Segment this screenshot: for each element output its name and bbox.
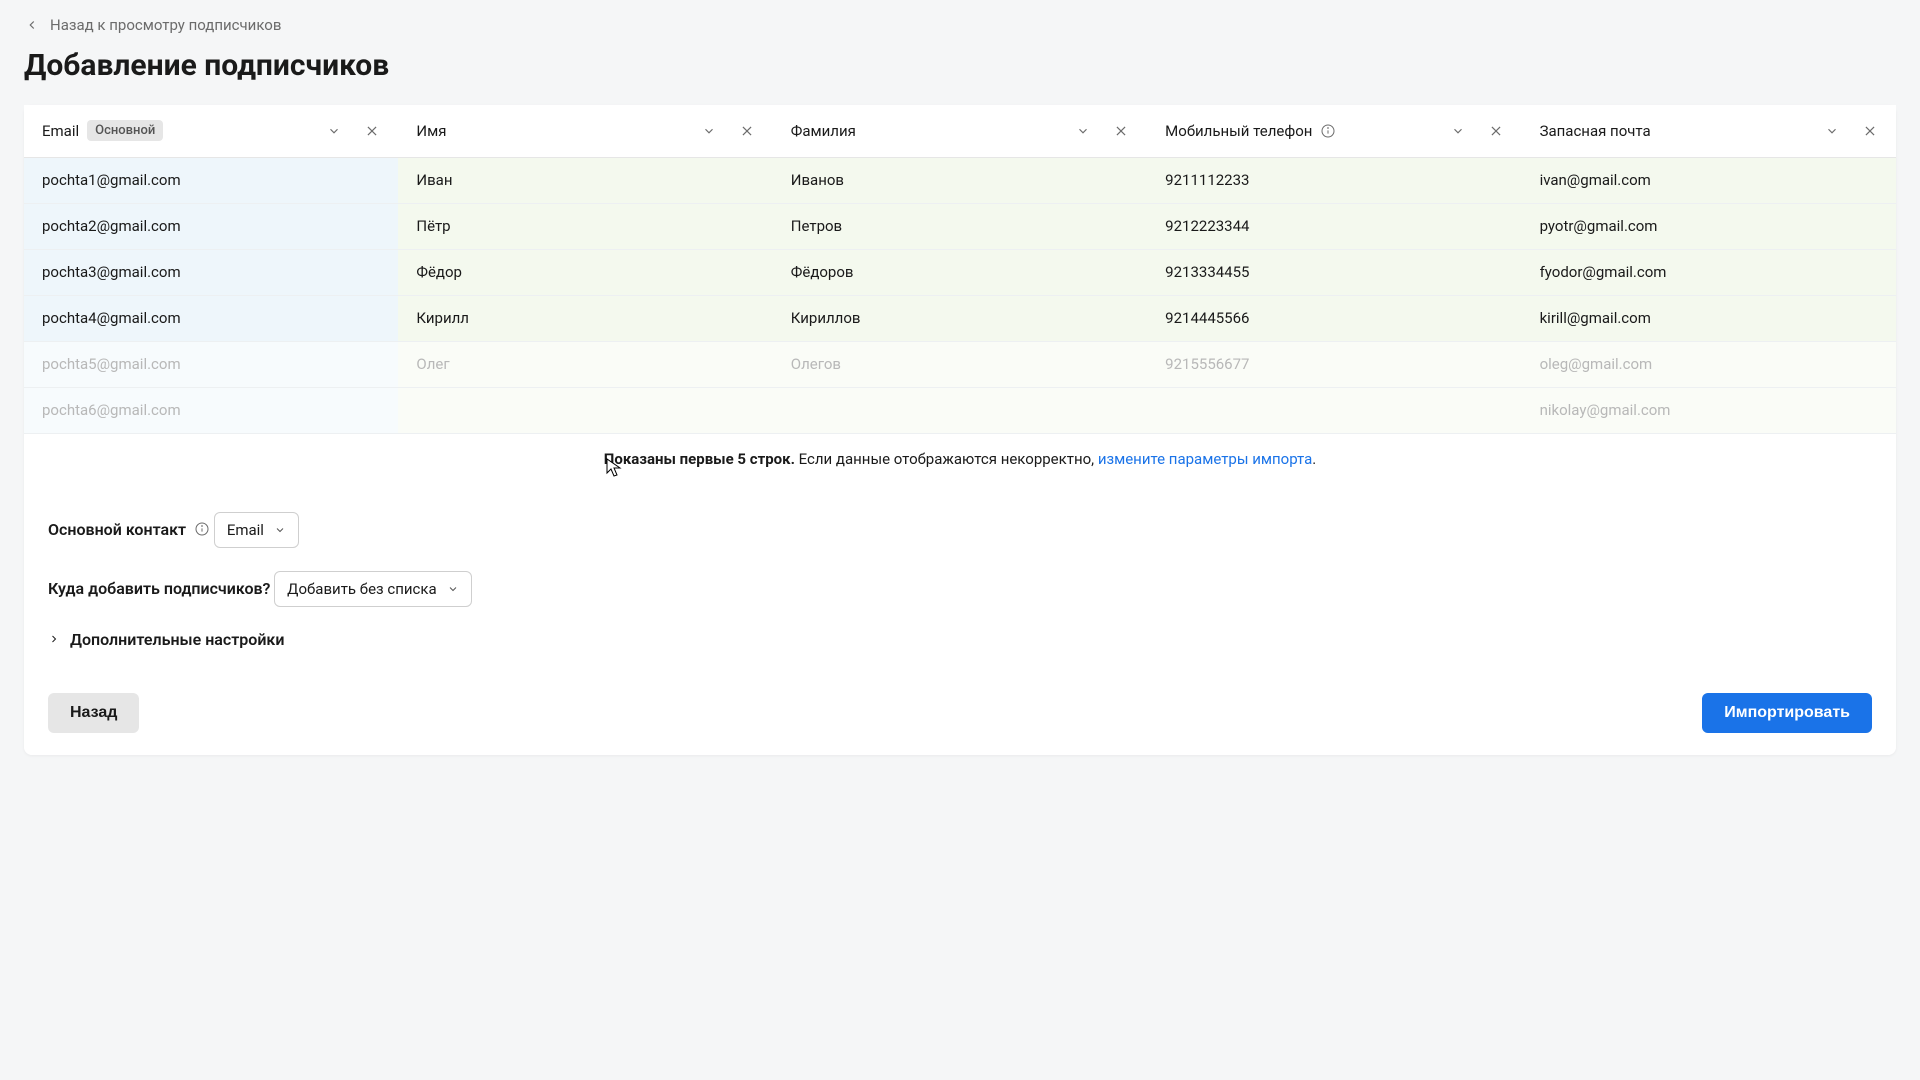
chevron-down-icon xyxy=(1075,123,1091,139)
cell-alt-email: nikolay@gmail.com xyxy=(1522,387,1896,433)
main-contact-label: Основной контакт xyxy=(48,520,210,539)
info-text: Если данные отображаются некорректно, xyxy=(795,450,1098,468)
cell-alt-email: fyodor@gmail.com xyxy=(1522,249,1896,295)
data-table: Email Основной Имя xyxy=(24,105,1896,434)
table-row: pochta1@gmail.comИванИванов9211112233iva… xyxy=(24,157,1896,203)
info-bold: Показаны первые 5 строк. xyxy=(604,450,795,468)
cell-name: Фёдор xyxy=(398,249,772,295)
table-row: pochta6@gmail.com nikolay@gmail.com xyxy=(24,387,1896,433)
back-button[interactable]: Назад xyxy=(48,693,139,733)
add-to-label: Куда добавить подписчиков? xyxy=(48,579,270,598)
column-dropdown-email[interactable]: Email Основной xyxy=(42,120,380,141)
back-link[interactable]: Назад к просмотру подписчиков xyxy=(24,16,281,34)
cell-alt-email: kirill@gmail.com xyxy=(1522,295,1896,341)
table-row: pochta3@gmail.comФёдорФёдоров9213334455f… xyxy=(24,249,1896,295)
advanced-settings-toggle[interactable]: Дополнительные настройки xyxy=(48,630,284,649)
chevron-down-icon xyxy=(701,123,717,139)
chevron-down-icon xyxy=(447,583,459,595)
column-dropdown-surname[interactable]: Фамилия xyxy=(791,122,1129,140)
cell-surname xyxy=(773,387,1147,433)
cell-email: pochta5@gmail.com xyxy=(24,341,398,387)
select-value: Email xyxy=(227,521,264,539)
chevron-right-icon xyxy=(48,633,60,645)
column-label: Мобильный телефон xyxy=(1165,122,1312,140)
table-row: pochta4@gmail.comКириллКириллов921444556… xyxy=(24,295,1896,341)
column-label: Email xyxy=(42,122,79,140)
main-contact-select[interactable]: Email xyxy=(214,512,299,548)
select-value: Добавить без списка xyxy=(287,580,436,598)
info-strip: Показаны первые 5 строк. Если данные ото… xyxy=(24,434,1896,490)
page-title: Добавление подписчиков xyxy=(24,48,1896,83)
info-icon[interactable] xyxy=(1320,123,1336,139)
cell-name: Олег xyxy=(398,341,772,387)
column-remove-button[interactable] xyxy=(364,123,380,139)
table-row: pochta2@gmail.comПётрПетров9212223344pyo… xyxy=(24,203,1896,249)
column-dropdown-name[interactable]: Имя xyxy=(416,122,754,140)
cell-surname: Олегов xyxy=(773,341,1147,387)
column-remove-button[interactable] xyxy=(739,123,755,139)
column-remove-button[interactable] xyxy=(1113,123,1129,139)
add-to-select[interactable]: Добавить без списка xyxy=(274,571,471,607)
cell-email: pochta4@gmail.com xyxy=(24,295,398,341)
cell-phone: 9215556677 xyxy=(1147,341,1521,387)
cell-email: pochta1@gmail.com xyxy=(24,157,398,203)
cell-name xyxy=(398,387,772,433)
chevron-down-icon xyxy=(326,123,342,139)
chevron-down-icon xyxy=(1450,123,1466,139)
import-button[interactable]: Импортировать xyxy=(1702,693,1872,733)
cell-surname: Петров xyxy=(773,203,1147,249)
info-after: . xyxy=(1312,450,1316,468)
cell-surname: Фёдоров xyxy=(773,249,1147,295)
column-dropdown-altemail[interactable]: Запасная почта xyxy=(1540,122,1878,140)
cell-email: pochta6@gmail.com xyxy=(24,387,398,433)
chevron-down-icon xyxy=(274,524,286,536)
cell-surname: Иванов xyxy=(773,157,1147,203)
cell-alt-email: oleg@gmail.com xyxy=(1522,341,1896,387)
back-link-label: Назад к просмотру подписчиков xyxy=(50,16,281,34)
cell-surname: Кириллов xyxy=(773,295,1147,341)
column-remove-button[interactable] xyxy=(1862,123,1878,139)
primary-badge: Основной xyxy=(87,120,163,141)
change-import-params-link[interactable]: измените параметры импорта xyxy=(1098,450,1312,468)
info-icon[interactable] xyxy=(194,521,210,537)
cell-alt-email: pyotr@gmail.com xyxy=(1522,203,1896,249)
cell-name: Пётр xyxy=(398,203,772,249)
arrow-left-icon xyxy=(24,17,40,33)
column-label: Имя xyxy=(416,122,446,140)
column-label: Фамилия xyxy=(791,122,856,140)
cell-email: pochta2@gmail.com xyxy=(24,203,398,249)
advanced-label: Дополнительные настройки xyxy=(70,630,284,649)
cell-alt-email: ivan@gmail.com xyxy=(1522,157,1896,203)
cell-phone: 9211112233 xyxy=(1147,157,1521,203)
cell-name: Иван xyxy=(398,157,772,203)
cell-phone: 9214445566 xyxy=(1147,295,1521,341)
column-dropdown-phone[interactable]: Мобильный телефон xyxy=(1165,122,1503,140)
cell-phone: 9212223344 xyxy=(1147,203,1521,249)
column-remove-button[interactable] xyxy=(1488,123,1504,139)
cell-phone xyxy=(1147,387,1521,433)
cell-name: Кирилл xyxy=(398,295,772,341)
import-card: Email Основной Имя xyxy=(24,105,1896,755)
chevron-down-icon xyxy=(1824,123,1840,139)
table-row: pochta5@gmail.comОлегОлегов9215556677ole… xyxy=(24,341,1896,387)
column-label: Запасная почта xyxy=(1540,122,1651,140)
cell-phone: 9213334455 xyxy=(1147,249,1521,295)
cell-email: pochta3@gmail.com xyxy=(24,249,398,295)
